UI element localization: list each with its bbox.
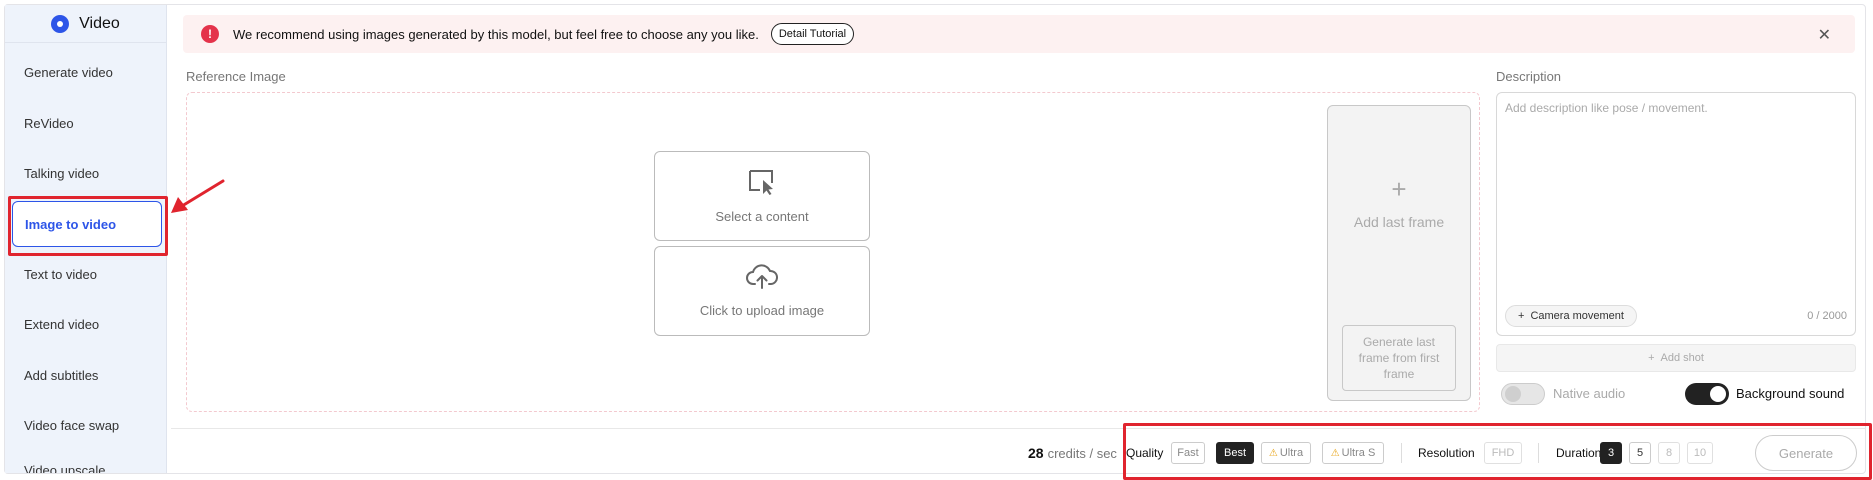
sidebar-item-video-upscale[interactable]: Video upscale xyxy=(5,450,166,474)
credits-value: 28 xyxy=(1028,445,1044,461)
generate-last-frame-button[interactable]: Generate last frame from first frame xyxy=(1342,325,1456,391)
char-counter: 0 / 2000 xyxy=(1807,310,1847,322)
background-sound-toggle[interactable] xyxy=(1685,383,1729,405)
close-icon[interactable]: ✕ xyxy=(1818,25,1831,45)
native-audio-label: Native audio xyxy=(1553,386,1626,401)
add-last-frame-label: Add last frame xyxy=(1353,214,1445,230)
select-content-button[interactable]: Select a content xyxy=(654,151,870,241)
highlight-box-sidebar xyxy=(8,196,168,256)
video-play-icon xyxy=(51,14,70,33)
plus-icon: + xyxy=(1518,310,1525,322)
add-shot-button[interactable]: + Add shot xyxy=(1496,344,1856,372)
sidebar-item-text-to-video[interactable]: Text to video xyxy=(5,254,166,294)
sidebar-item-revideo[interactable]: ReVideo xyxy=(5,103,166,143)
info-banner: ! We recommend using images generated by… xyxy=(183,15,1855,53)
reference-image-label: Reference Image xyxy=(186,69,286,84)
background-sound-label: Background sound xyxy=(1736,386,1845,401)
arrow-icon xyxy=(171,179,225,213)
description-box: + Camera movement 0 / 2000 xyxy=(1496,92,1856,336)
camera-movement-label: Camera movement xyxy=(1530,310,1624,322)
sidebar-header[interactable]: Video xyxy=(5,5,166,43)
credits-readout: 28 credits / sec xyxy=(1028,445,1117,461)
detail-tutorial-button[interactable]: Detail Tutorial xyxy=(770,23,855,45)
native-audio-toggle[interactable] xyxy=(1501,383,1545,405)
select-cursor-icon xyxy=(747,168,777,201)
plus-icon: + xyxy=(1391,174,1407,204)
info-icon: ! xyxy=(201,25,219,43)
upload-image-label: Click to upload image xyxy=(699,303,825,318)
description-input[interactable] xyxy=(1505,101,1845,261)
banner-text: We recommend using images generated by t… xyxy=(233,26,759,42)
sidebar-item-add-subtitles[interactable]: Add subtitles xyxy=(5,355,166,395)
toggle-knob xyxy=(1710,386,1726,402)
select-content-label: Select a content xyxy=(715,209,809,224)
plus-icon: + xyxy=(1648,352,1655,364)
add-shot-label: Add shot xyxy=(1660,352,1704,364)
sidebar-item-video-face-swap[interactable]: Video face swap xyxy=(5,405,166,445)
toggle-knob xyxy=(1505,386,1521,402)
camera-movement-button[interactable]: + Camera movement xyxy=(1505,305,1637,327)
app-window: Video Generate video ReVideo Talking vid… xyxy=(4,4,1872,480)
upload-image-button[interactable]: Click to upload image xyxy=(654,246,870,336)
sidebar-title: Video xyxy=(79,14,120,32)
sidebar-item-talking-video[interactable]: Talking video xyxy=(5,153,166,193)
sidebar-item-generate-video[interactable]: Generate video xyxy=(5,52,166,92)
description-label: Description xyxy=(1496,69,1562,84)
highlight-box-footer xyxy=(1123,423,1872,480)
cloud-upload-icon xyxy=(746,264,778,295)
credits-unit: credits / sec xyxy=(1047,446,1117,461)
add-last-frame-button[interactable]: + Add last frame Generate last frame fro… xyxy=(1327,105,1471,401)
sidebar-item-extend-video[interactable]: Extend video xyxy=(5,304,166,344)
reference-image-dropzone[interactable]: Select a content Click to upload image xyxy=(186,92,1480,412)
